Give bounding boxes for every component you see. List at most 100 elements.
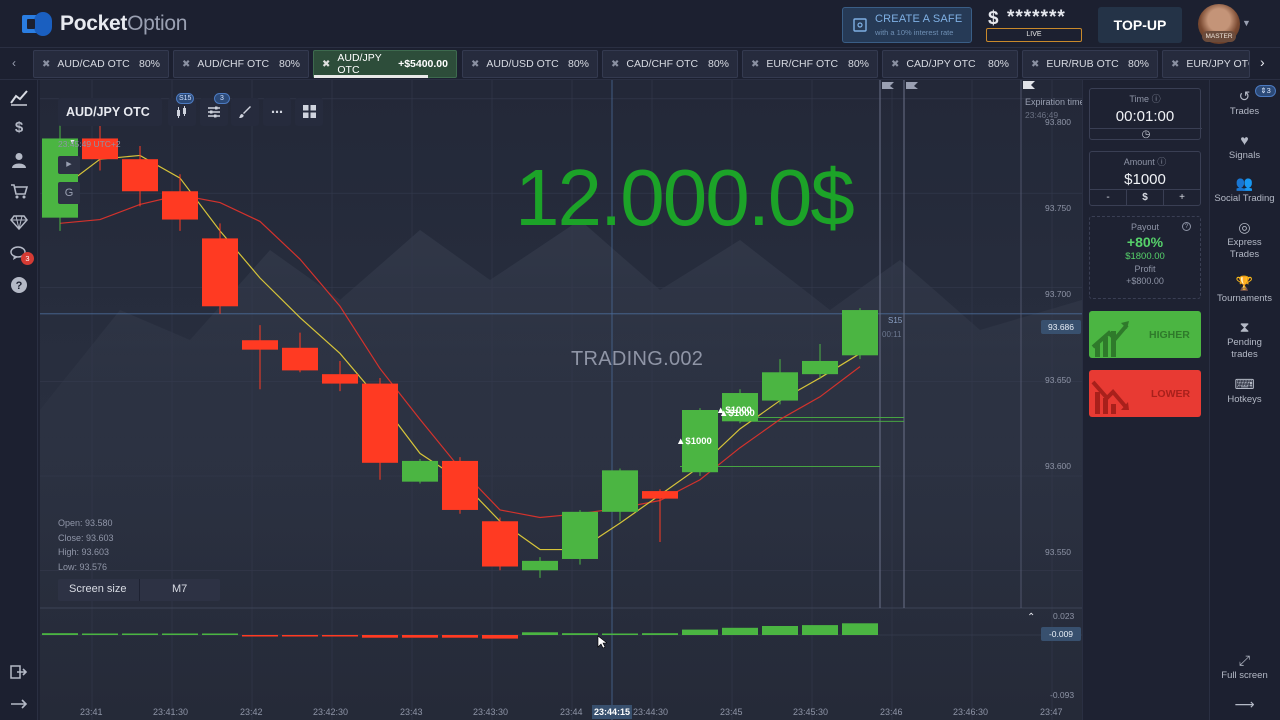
dollar-icon[interactable]: $ [10, 119, 28, 137]
time-tick: 23:41 [80, 707, 103, 717]
clock-icon[interactable]: ◷ [1090, 128, 1202, 142]
logout-icon[interactable] [10, 663, 28, 681]
asset-tab-active[interactable]: ✖ AUD/JPY OTC +$5400.00 [313, 50, 457, 78]
nav-pending-trades[interactable]: ⧗ Pending trades [1209, 319, 1280, 361]
ohlc-open: Open: 93.580 [58, 518, 113, 528]
expiry-time-value[interactable]: 00:01:00 [1090, 108, 1200, 125]
help-icon[interactable]: ⓘ [1152, 94, 1161, 104]
top-up-button[interactable]: TOP-UP [1098, 7, 1182, 43]
nav-label: Pending trades [1227, 337, 1262, 360]
asset-selector[interactable]: AUD/JPY OTC ▼ [58, 98, 162, 146]
cart-icon[interactable] [10, 182, 28, 200]
asset-tab[interactable]: ✖ EUR/RUB OTC 80% [1022, 50, 1158, 78]
watermark-text: TRADING.002 [571, 348, 704, 370]
arrow-down-chart-icon [1091, 380, 1129, 414]
asset-tab[interactable]: ✖ EUR/CHF OTC 80% [742, 50, 878, 78]
pocket-option-logo[interactable]: PocketOption [22, 10, 187, 38]
close-icon[interactable]: ✖ [611, 59, 619, 70]
close-icon[interactable]: ✖ [751, 59, 759, 70]
asset-tab[interactable]: ✖ CAD/JPY OTC 80% [882, 50, 1018, 78]
higher-button[interactable]: HIGHER [1089, 311, 1201, 358]
close-icon[interactable]: ✖ [1171, 59, 1179, 70]
master-badge: MASTER [1202, 31, 1236, 42]
full-screen-button[interactable]: ⤢ Full screen [1209, 652, 1280, 682]
amount-value[interactable]: $1000 [1090, 171, 1200, 188]
asset-tab[interactable]: ✖ AUD/CAD OTC 80% [33, 50, 169, 78]
chart-type-button[interactable]: S15 [168, 93, 196, 126]
close-icon[interactable]: ✖ [322, 59, 330, 70]
nav-label: Hotkeys [1227, 394, 1262, 405]
expiry-time-box[interactable]: Time ⓘ 00:01:00 ◷ [1089, 88, 1202, 142]
asset-tab[interactable]: ✖ EUR/JPY OTC [1162, 50, 1250, 78]
amount-increase-button[interactable]: + [1163, 190, 1200, 205]
arrow-right-icon[interactable]: ⟶ [1209, 696, 1280, 712]
nav-express-trades[interactable]: ◎ Express Trades [1209, 219, 1280, 261]
candle-body [162, 191, 198, 220]
asset-tab-name: AUD/JPY OTC [337, 52, 382, 76]
time-tick: 23:42:30 [313, 707, 349, 717]
oscillator-bar [162, 633, 198, 635]
amount-decrease-button[interactable]: - [1090, 190, 1126, 205]
oscillator-bar [362, 635, 398, 638]
ohlc-readout: Open: 93.580 Close: 93.603 High: 93.603 … [58, 516, 114, 574]
expiration-flag-icon [882, 82, 918, 89]
help-icon[interactable]: ⓘ [1157, 157, 1166, 167]
close-icon[interactable]: ✖ [182, 59, 190, 70]
time-tick: 23:45 [720, 707, 743, 717]
nav-trades[interactable]: ↺ Trades [1209, 88, 1280, 118]
diamond-icon[interactable] [10, 213, 28, 231]
nav-signals[interactable]: ♥ Signals [1209, 132, 1280, 162]
candle-body [762, 372, 798, 401]
nav-label: Trades [1229, 106, 1260, 117]
nav-hotkeys[interactable]: ⌨ Hotkeys [1209, 376, 1280, 406]
close-icon[interactable]: ✖ [42, 59, 50, 70]
candle-body [802, 360, 838, 375]
amount-controls: - $ + [1090, 189, 1200, 205]
asset-tab[interactable]: ✖ CAD/CHF OTC 80% [602, 50, 738, 78]
drawing-tools-button[interactable] [231, 98, 259, 126]
higher-button-label: HIGHER [1149, 329, 1190, 341]
asset-tab[interactable]: ✖ AUD/CHF OTC 80% [173, 50, 309, 78]
nav-social-trading[interactable]: 👥 Social Trading [1209, 175, 1280, 205]
lower-button[interactable]: LOWER [1089, 370, 1201, 417]
create-safe-button[interactable]: CREATE A SAFE with a 10% interest rate [842, 7, 972, 43]
expiration-time-label: Expiration time [1025, 97, 1085, 107]
nav-tournaments[interactable]: 🏆 Tournaments [1209, 275, 1280, 305]
crosshair-time-label: 23:44:15 [592, 705, 632, 719]
amount-title: Amount [1123, 157, 1155, 167]
indicators-button[interactable]: 3 [200, 93, 230, 126]
amount-currency-button[interactable]: $ [1126, 190, 1163, 205]
more-options-button[interactable]: ⋯ [263, 98, 291, 126]
logo-text-light: Option [127, 12, 188, 35]
g-icon[interactable]: G [58, 182, 80, 204]
oscillator-bar [682, 629, 718, 635]
nav-label: Express Trades [1227, 237, 1262, 260]
close-icon[interactable]: ✖ [891, 59, 899, 70]
arrow-right-icon[interactable] [10, 695, 28, 713]
close-icon[interactable]: ✖ [1031, 59, 1039, 70]
timeframe-badge: S15 [176, 93, 195, 104]
ellipsis-icon: ⋯ [271, 105, 283, 119]
chevron-right-icon[interactable]: › [1260, 54, 1265, 70]
asset-tab[interactable]: ✖ AUD/USD OTC 80% [462, 50, 598, 78]
screen-size-selector[interactable]: Screen size M7 [58, 579, 220, 601]
user-icon[interactable] [10, 151, 28, 169]
oscillator-bar [602, 633, 638, 635]
asset-tab-payout: 80% [278, 58, 300, 70]
user-avatar[interactable]: MASTER [1198, 4, 1240, 44]
close-icon[interactable]: ✖ [471, 59, 479, 70]
account-balance[interactable]: $ ******* LIVE [986, 6, 1082, 44]
asset-selector-label: AUD/JPY OTC [66, 105, 150, 119]
help-icon[interactable]: ? [10, 276, 28, 294]
help-icon[interactable]: ? [1182, 222, 1191, 231]
chevron-down-icon[interactable]: ▼ [1242, 18, 1251, 28]
layout-button[interactable] [295, 98, 323, 126]
nav-label: Social Trading [1214, 193, 1275, 204]
chevron-up-icon[interactable]: ⌃ [1027, 612, 1035, 623]
amount-box[interactable]: Amount ⓘ $1000 - $ + [1089, 151, 1201, 206]
chevron-left-icon[interactable]: ‹ [12, 56, 16, 70]
play-icon[interactable]: ▶ [58, 156, 80, 174]
chart-trend-icon[interactable] [10, 88, 28, 106]
users-icon: 👥 [1235, 175, 1254, 191]
candle-body [202, 238, 238, 307]
